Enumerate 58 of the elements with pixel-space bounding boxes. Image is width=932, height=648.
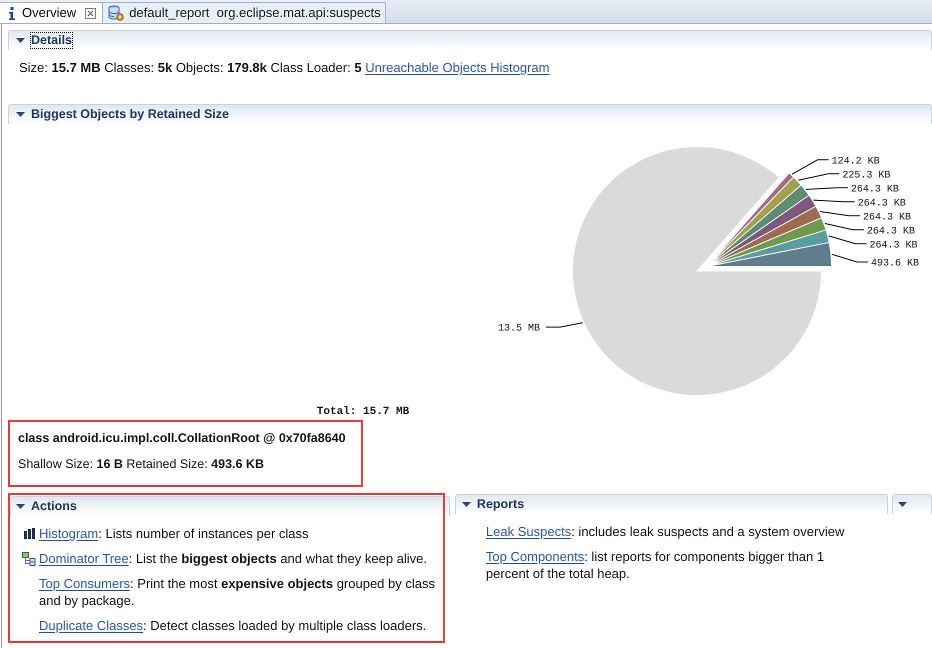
pie-slice[interactable] xyxy=(715,178,800,259)
caret-icon[interactable] xyxy=(16,38,25,43)
pie-slice[interactable] xyxy=(714,186,808,261)
tab[interactable]: Overview xyxy=(0,2,104,23)
leader-line xyxy=(828,235,867,244)
tree-icon xyxy=(22,552,36,566)
leader-line xyxy=(806,187,848,190)
section-title[interactable]: Biggest Objects by Retained Size xyxy=(31,107,229,122)
tab[interactable]: default_report org.eclipse.mat.api:suspects xyxy=(103,2,386,23)
slice-label: 225.3 KB xyxy=(842,170,890,182)
link-description: Top Consumers: Print the most expensive objects grouped by class and by package. xyxy=(39,575,436,609)
pie-slice[interactable] xyxy=(716,206,821,262)
info-icon xyxy=(9,6,15,20)
link-description: Top Components: list reports for components bigger than 1 percent of the total heap. xyxy=(486,548,826,582)
slice-label: 264.3 KB xyxy=(850,184,899,196)
caret-icon[interactable] xyxy=(462,502,471,507)
link-description: Leak Suspects: includes leak suspects and a system overview xyxy=(486,523,846,540)
link-description: Dominator Tree: List the biggest objects and what they keep alive. xyxy=(39,550,428,567)
pie-slice[interactable] xyxy=(716,218,826,264)
slice-label: 264.3 KB xyxy=(869,240,918,252)
leader-line xyxy=(831,254,868,262)
slice-label: 264.3 KB xyxy=(858,198,906,210)
slice-label: 264.3 KB xyxy=(863,212,911,224)
leader-line xyxy=(813,200,856,202)
action-link[interactable]: Top Consumers xyxy=(39,576,130,591)
slice-label: 264.3 KB xyxy=(866,226,915,238)
leader-line xyxy=(819,210,860,216)
pie-slice[interactable] xyxy=(720,174,793,252)
section-title[interactable]: Details xyxy=(31,33,72,48)
close-icon[interactable] xyxy=(85,8,96,18)
report-link[interactable]: Top Components xyxy=(486,549,584,564)
chart-total: Total: 15.7 MB xyxy=(316,406,410,418)
leader-line xyxy=(824,222,864,230)
report-link[interactable]: Unreachable Objects Histogram xyxy=(365,60,550,75)
link-description: Duplicate Classes: Detect classes loaded by multiple class loaders. xyxy=(39,617,428,634)
pie-slice[interactable] xyxy=(716,230,829,264)
action-link[interactable]: Duplicate Classes xyxy=(39,618,144,633)
slice-label: 124.2 KB xyxy=(832,156,880,168)
pie-slice[interactable] xyxy=(712,243,832,266)
caret-icon[interactable] xyxy=(16,112,25,117)
leader-line xyxy=(546,322,584,328)
bar-chart-icon xyxy=(24,528,34,539)
slice-label: 13.5 MB xyxy=(498,324,540,335)
section-title[interactable]: Reports xyxy=(476,497,524,512)
report-link[interactable]: Leak Suspects xyxy=(486,524,572,539)
action-link[interactable]: Dominator Tree xyxy=(39,551,129,566)
caret-icon[interactable] xyxy=(898,502,907,507)
section-title[interactable]: Actions xyxy=(31,499,77,514)
link-description: Histogram: Lists number of instances per class xyxy=(39,525,310,542)
action-link[interactable]: Histogram xyxy=(39,526,98,541)
selected-object-title: class android.icu.impl.coll.CollationRoot @ 0x70fa8640 xyxy=(18,430,347,447)
details-summary: Size: 15.7 MB Classes: 5k Objects: 179.8k Class Loader: 5 Unreachable Objects Histogram xyxy=(19,60,550,76)
pie-slice[interactable] xyxy=(573,147,821,395)
caret-icon[interactable] xyxy=(16,504,25,509)
pie-slice[interactable] xyxy=(715,196,816,262)
selected-object-sizes: Shallow Size: 16 B Retained Size: 493.6 KB xyxy=(18,456,265,473)
slice-label: 493.6 KB xyxy=(870,258,919,270)
database-gear-icon xyxy=(108,5,124,21)
